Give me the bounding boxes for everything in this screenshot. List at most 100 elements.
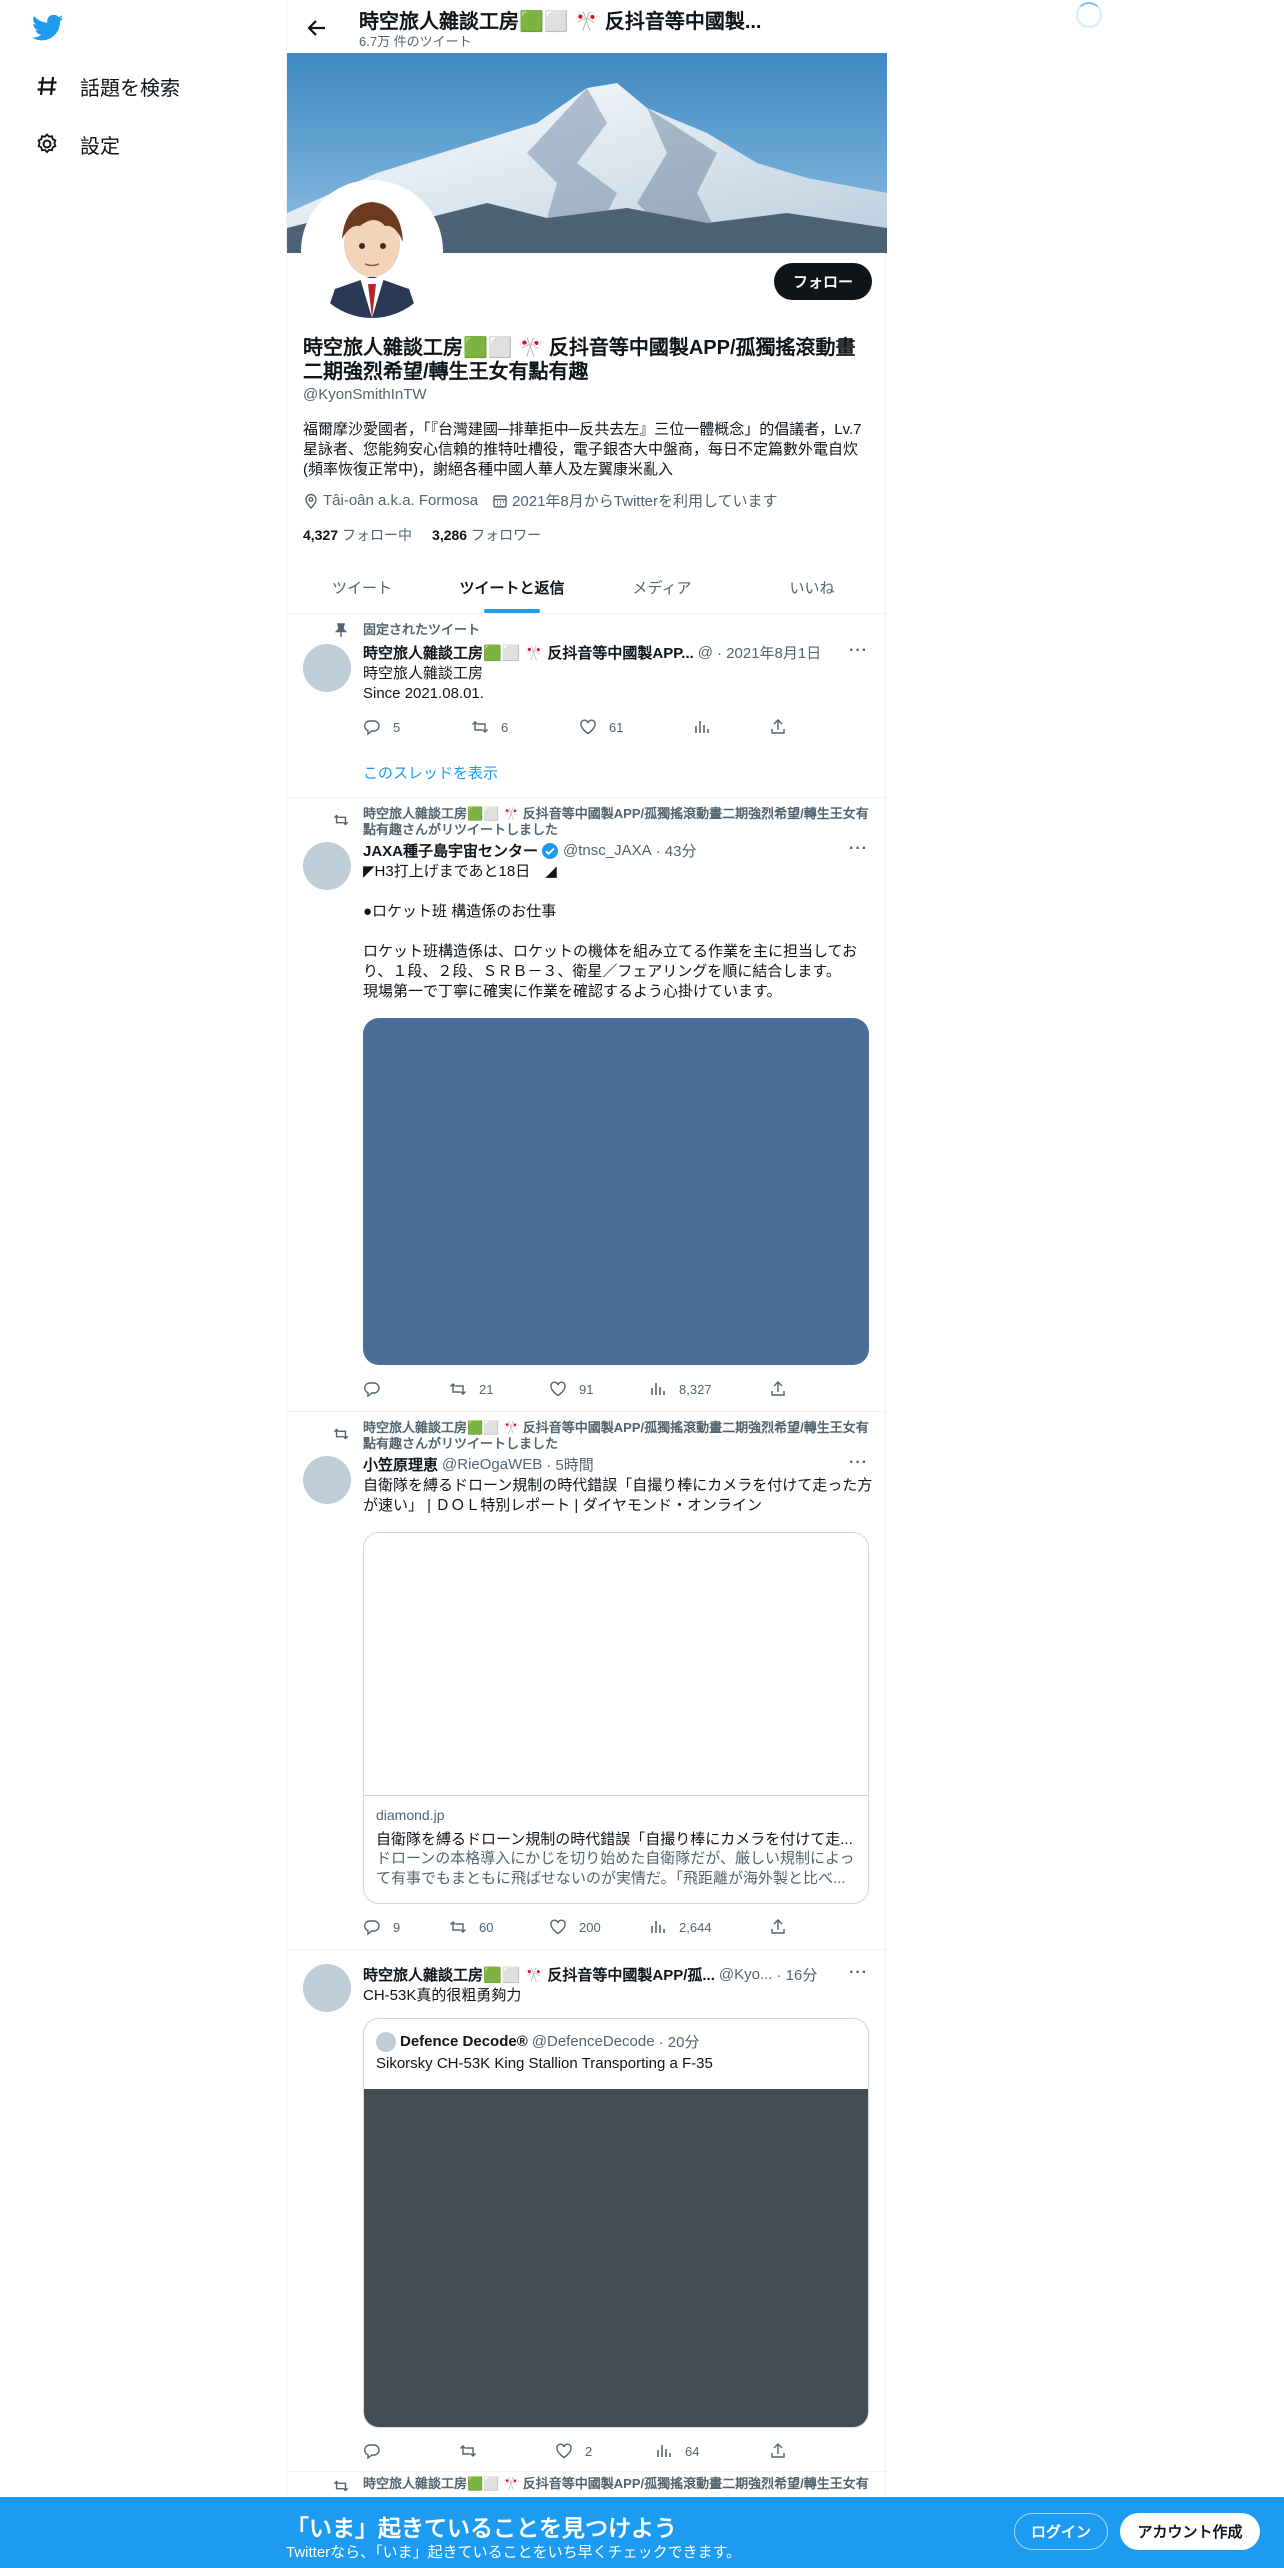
signup-button[interactable]: アカウント作成	[1120, 2513, 1260, 2550]
author-handle[interactable]: @	[698, 644, 713, 661]
reply-button[interactable]	[363, 2442, 393, 2460]
views-chart-icon	[657, 2445, 671, 2457]
like-button[interactable]: 200	[549, 1918, 601, 1936]
tweet-time[interactable]: · 43分	[656, 840, 697, 861]
follow-button[interactable]: フォロー	[774, 263, 872, 300]
tab-likes[interactable]: いいね	[737, 561, 887, 613]
like-button[interactable]: 91	[549, 1380, 593, 1398]
tweet-actions: 2 64	[363, 2442, 793, 2462]
gear-icon	[34, 131, 60, 157]
retweet-button[interactable]: 21	[449, 1380, 493, 1398]
quoted-tweet[interactable]: Defence Decode® @DefenceDecode · 20分 Sik…	[363, 2018, 869, 2428]
share-button[interactable]	[769, 2442, 787, 2460]
nav-explore[interactable]: 話題を検索	[34, 66, 180, 106]
more-options-icon[interactable]: ···	[849, 1454, 868, 1472]
reply-button[interactable]: 9	[363, 1918, 400, 1936]
more-options-icon[interactable]: ···	[849, 1964, 868, 1982]
tweet-context[interactable]: 時空旅人雜談工房🟩⬜ 🎌 反抖音等中國製APP/孤獨搖滾動畫二期強烈希望/轉生王…	[363, 806, 873, 838]
share-button[interactable]	[769, 1918, 787, 1936]
author-handle[interactable]: @tnsc_JAXA	[563, 842, 652, 859]
tweet-media-image[interactable]	[363, 1018, 869, 1365]
tab-tweets-and-replies[interactable]: ツイートと返信	[437, 561, 587, 613]
reply-button[interactable]	[363, 1380, 393, 1398]
retweet-context-icon	[333, 814, 349, 826]
avatar[interactable]	[303, 644, 351, 692]
retweet-icon	[472, 721, 488, 733]
following-link[interactable]: 4,327 フォロー中	[303, 525, 412, 545]
nav-settings[interactable]: 設定	[34, 124, 120, 164]
retweet-button[interactable]: 6	[471, 718, 508, 736]
tweet-retweet-link-card[interactable]: 時空旅人雜談工房🟩⬜ 🎌 反抖音等中國製APP/孤獨搖滾動畫二期強烈希望/轉生王…	[287, 1412, 887, 1950]
tweet-context: 固定されたツイート	[363, 622, 481, 637]
retweet-button[interactable]	[459, 2442, 489, 2460]
like-button[interactable]: 2	[555, 2442, 592, 2460]
views-chart-icon	[651, 1921, 665, 1933]
tab-tweets[interactable]: ツイート	[287, 561, 437, 613]
tweet-text: 自衛隊を縛るドローン規制の時代錯誤「自撮り棒にカメラを付けて走った方が速い」 |…	[363, 1477, 873, 1514]
calendar-icon	[493, 494, 507, 508]
like-count: 91	[579, 1381, 594, 1397]
share-button[interactable]	[769, 718, 787, 736]
tweet-text: ◤H3打上げまであと18日 ◢ ●ロケット班 構造係のお仕事 ロケット班構造係は…	[363, 863, 858, 1000]
tweet-quote[interactable]: 時空旅人雜談工房🟩⬜ 🎌 反抖音等中國製APP/孤... @Kyo... · 1…	[287, 1950, 887, 2472]
following-count: 4,327	[303, 527, 339, 543]
views-button[interactable]: 64	[655, 2442, 699, 2460]
author-name[interactable]: 時空旅人雜談工房🟩⬜ 🎌 反抖音等中國製APP...	[363, 642, 694, 663]
tweet-header: 時空旅人雜談工房🟩⬜ 🎌 反抖音等中國製APP... @ · 2021年8月1日	[363, 642, 821, 663]
link-preview-card[interactable]: diamond.jp 自衛隊を縛るドローン規制の時代錯誤「自撮り棒にカメラを付け…	[363, 1532, 869, 1904]
avatar[interactable]	[303, 1456, 351, 1504]
followers-label: フォロワー	[471, 527, 542, 543]
views-count: 2,644	[679, 1919, 712, 1935]
tweet-header: 小笠原理恵 @RieOgaWEB · 5時間	[363, 1454, 594, 1475]
tweet-time[interactable]: · 16分	[776, 1964, 817, 1985]
reply-icon	[364, 1920, 380, 1936]
avatar[interactable]	[303, 842, 351, 890]
quoted-author-handle: @DefenceDecode	[531, 2033, 655, 2050]
share-icon	[771, 1381, 785, 1396]
more-options-icon[interactable]: ···	[849, 642, 868, 660]
views-button[interactable]: 8,327	[649, 1380, 712, 1398]
author-name[interactable]: JAXA種子島宇宙センター	[363, 840, 538, 861]
retweet-button[interactable]: 60	[449, 1918, 493, 1936]
followers-link[interactable]: 3,286 フォロワー	[432, 525, 541, 545]
reply-count: 5	[393, 719, 401, 735]
views-count: 8,327	[679, 1381, 712, 1397]
tweet-actions: 21 91 8,327	[363, 1380, 793, 1400]
location-pin-icon	[305, 493, 317, 509]
tweet-header: JAXA種子島宇宙センター @tnsc_JAXA · 43分	[363, 840, 696, 861]
author-name[interactable]: 小笠原理恵	[363, 1454, 438, 1475]
profile-handle: @KyonSmithInTW	[303, 386, 427, 403]
show-thread-link[interactable]: このスレッドを表示	[363, 762, 498, 783]
tweet-actions: 9 60 200 2,644	[363, 1918, 793, 1938]
tweet-pinned[interactable]: 固定されたツイート 時空旅人雜談工房🟩⬜ 🎌 反抖音等中國製APP... @ ·…	[287, 614, 887, 798]
tweet-context[interactable]: 時空旅人雜談工房🟩⬜ 🎌 反抖音等中國製APP/孤獨搖滾動畫二期強烈希望/轉生王…	[363, 2476, 873, 2492]
top-bar: 時空旅人雜談工房🟩⬜ 🎌 反抖音等中國製... 6.7万 件のツイート	[287, 0, 887, 53]
author-name[interactable]: 時空旅人雜談工房🟩⬜ 🎌 反抖音等中國製APP/孤...	[363, 1964, 715, 1985]
profile-avatar[interactable]	[301, 180, 443, 322]
views-button[interactable]: 2,644	[649, 1918, 712, 1936]
quoted-avatar	[376, 2031, 396, 2052]
back-arrow-icon[interactable]	[301, 12, 333, 44]
avatar[interactable]	[303, 1964, 351, 2012]
tweet-time[interactable]: · 5時間	[546, 1454, 594, 1475]
reply-button[interactable]: 5	[363, 718, 400, 736]
login-button[interactable]: ログイン	[1014, 2513, 1108, 2550]
tweet-retweet-jaxa[interactable]: 時空旅人雜談工房🟩⬜ 🎌 反抖音等中國製APP/孤獨搖滾動畫二期強烈希望/轉生王…	[287, 798, 887, 1412]
pin-icon	[334, 623, 348, 637]
author-handle[interactable]: @RieOgaWEB	[442, 1456, 542, 1473]
like-button[interactable]: 61	[579, 718, 623, 736]
author-handle[interactable]: @Kyo...	[719, 1966, 773, 1983]
views-count: 64	[685, 2443, 700, 2459]
tweet-context[interactable]: 時空旅人雜談工房🟩⬜ 🎌 反抖音等中國製APP/孤獨搖滾動畫二期強烈希望/轉生王…	[363, 1420, 873, 1452]
tweet-time[interactable]: · 2021年8月1日	[717, 642, 821, 663]
loading-spinner-icon	[1076, 2, 1102, 28]
views-button[interactable]	[693, 718, 711, 736]
like-count: 61	[609, 719, 624, 735]
share-button[interactable]	[769, 1380, 787, 1398]
retweet-context-icon	[333, 1428, 349, 1440]
quoted-tweet-text: Sikorsky CH-53K King Stallion Transporti…	[376, 2055, 713, 2072]
tab-media[interactable]: メディア	[587, 561, 737, 613]
profile-name: 時空旅人雜談工房🟩⬜ 🎌 反抖音等中國製APP/孤獨搖滾動畫二期強烈希望/轉生王…	[303, 337, 856, 383]
twitter-logo-icon[interactable]	[31, 14, 64, 42]
more-options-icon[interactable]: ···	[849, 840, 868, 858]
